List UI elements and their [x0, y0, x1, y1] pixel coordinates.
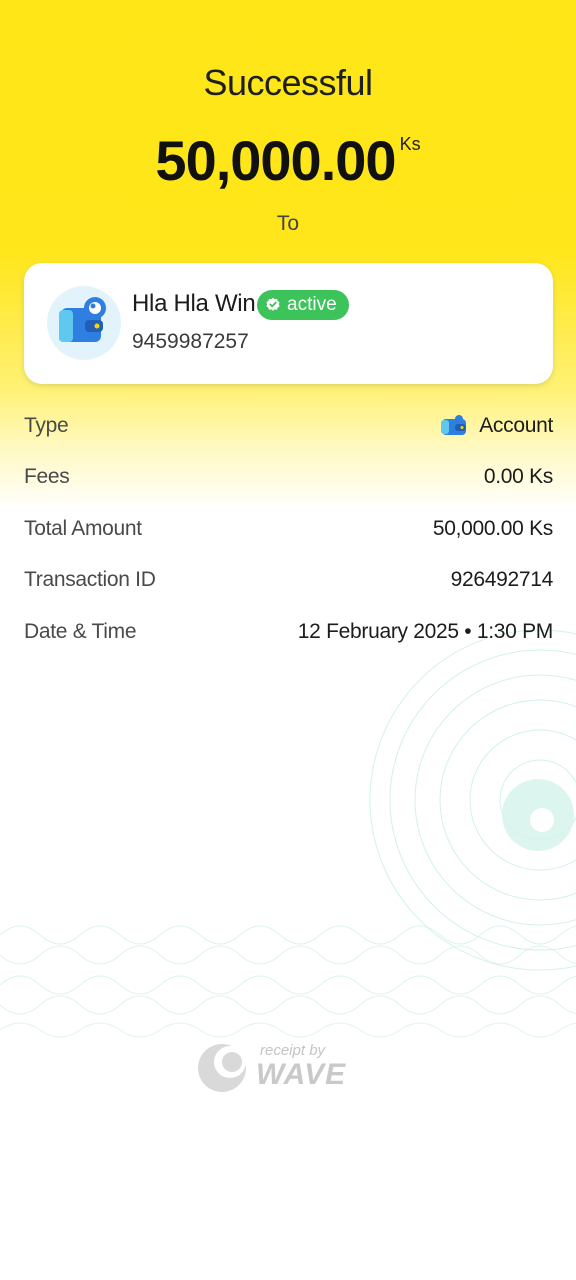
to-label: To [276, 212, 300, 235]
transaction-id-value: 926492714 [450, 568, 554, 592]
amount-display: 50,000.00 Ks [0, 128, 576, 193]
detail-row-type: Type Account [24, 400, 553, 452]
amount-value: 50,000.00 [155, 129, 396, 192]
brand-tagline: receipt by [260, 1042, 326, 1059]
fees-label: Fees [24, 465, 70, 489]
type-label: Type [24, 413, 69, 437]
recipient-phone: 9459987257 [132, 330, 249, 353]
account-wallet-icon [441, 414, 467, 435]
brand-name: WAVE [256, 1058, 347, 1091]
status-title: Successful [203, 62, 373, 103]
status-badge: active [257, 290, 349, 320]
transaction-id-label: Transaction ID [24, 568, 156, 592]
badge-label: active [287, 294, 337, 315]
detail-row-fees: Fees 0.00 Ks [24, 452, 553, 504]
datetime-label: Date & Time [24, 619, 137, 643]
total-amount-value: 50,000.00 Ks [432, 516, 553, 540]
detail-row-total: Total Amount 50,000.00 Ks [24, 503, 553, 555]
total-amount-label: Total Amount [24, 516, 142, 540]
type-value: Account [441, 414, 553, 438]
type-value-text: Account [479, 413, 553, 437]
datetime-value: 12 February 2025 • 1:30 PM [297, 619, 554, 643]
status-header: Successful [0, 62, 576, 104]
verified-check-icon [266, 297, 280, 311]
detail-row-datetime: Date & Time 12 February 2025 • 1:30 PM [24, 606, 553, 658]
amount-currency: Ks [399, 134, 421, 154]
wallet-icon [47, 286, 121, 360]
fees-value: 0.00 Ks [483, 465, 553, 489]
detail-row-transaction-id: Transaction ID 926492714 [24, 555, 553, 607]
recipient-name: Hla Hla Win [132, 290, 256, 317]
recipient-card[interactable]: Hla Hla Win active 9459987257 [24, 263, 553, 384]
transaction-details: Type Account Fees 0.00 Ks Total Amount 5… [24, 400, 553, 658]
wave-logo-icon [198, 1044, 246, 1092]
